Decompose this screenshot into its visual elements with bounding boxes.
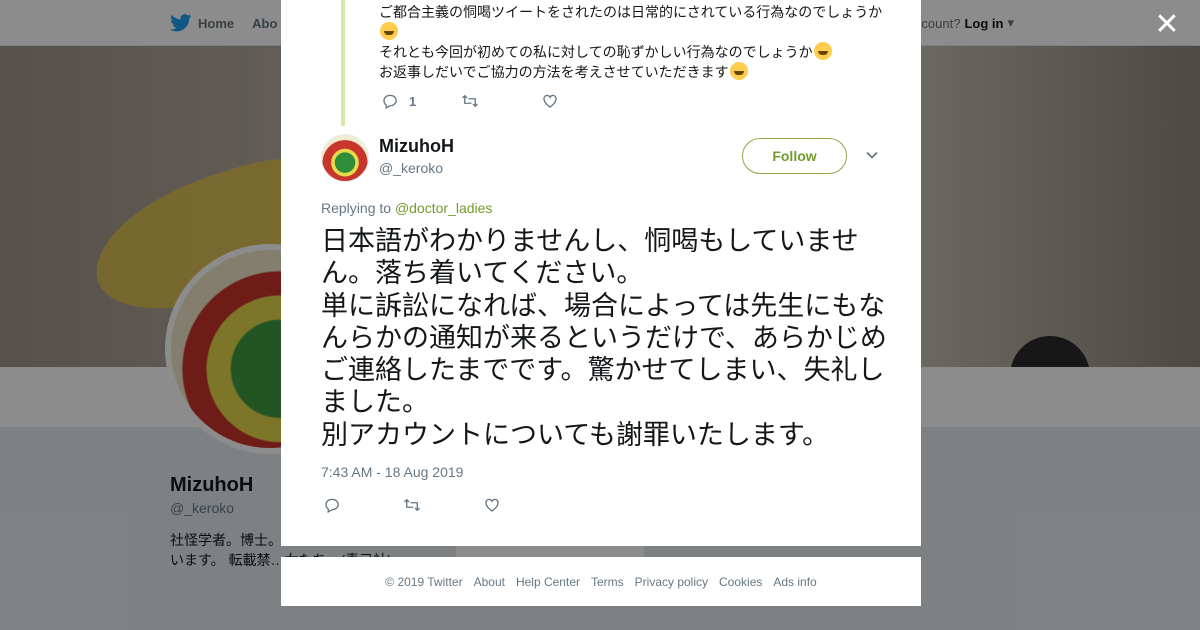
reply-icon bbox=[325, 498, 339, 514]
replying-prefix: Replying to bbox=[321, 200, 392, 216]
reply-button[interactable] bbox=[323, 496, 403, 514]
parent-tweet-line: それとも今回が初めての私に対しての恥ずかしい行為なのでしょうか bbox=[379, 42, 889, 62]
tweet-menu-caret[interactable] bbox=[865, 148, 879, 162]
close-icon[interactable]: ✕ bbox=[1152, 10, 1182, 40]
author-avatar[interactable] bbox=[321, 134, 369, 182]
footer-copyright: © 2019 Twitter bbox=[385, 574, 463, 589]
tweet-text-line: 単に訴訟になれば、場合によっては先生にもなんらかの通知が来るというだけで、あらか… bbox=[321, 290, 887, 419]
footer-link-ads-info[interactable]: Ads info bbox=[773, 575, 816, 589]
heart-icon bbox=[485, 498, 499, 512]
tweet-modal: ご都合主義の恫喝ツイートをされたのは日常的にされている行為なのでしょうか それと… bbox=[281, 0, 921, 546]
parent-tweet-line-text: ご都合主義の恫喝ツイートをされたのは日常的にされている行為なのでしょうか bbox=[379, 4, 883, 20]
tweet-text-line: 別アカウントについても謝罪いたします。 bbox=[321, 419, 830, 451]
footer-link-privacy[interactable]: Privacy policy bbox=[635, 575, 708, 589]
retweet-icon bbox=[404, 498, 420, 512]
sweat-smile-emoji-icon bbox=[380, 22, 398, 40]
parent-tweet-line-text: それとも今回が初めての私に対しての恥ずかしい行為なのでしょうか bbox=[379, 44, 813, 60]
tweet-text-line: 日本語がわかりませんし、恫喝もしていません。落ち着いてください。 bbox=[321, 226, 859, 290]
retweet-button[interactable] bbox=[461, 92, 541, 110]
parent-tweet-line-text: お返事しだいでご協力の方法を考えさせていただきます bbox=[379, 64, 729, 80]
tweet-text: 日本語がわかりませんし、恫喝もしていません。落ち着いてください。 単に訴訟になれ… bbox=[321, 226, 891, 452]
footer-link-about[interactable]: About bbox=[474, 575, 505, 589]
replying-to-link[interactable]: @doctor_ladies bbox=[395, 200, 493, 216]
retweet-button[interactable] bbox=[403, 496, 483, 514]
reply-button[interactable]: 1 bbox=[381, 92, 461, 110]
like-button[interactable] bbox=[541, 92, 559, 110]
thread-line bbox=[341, 0, 345, 126]
follow-button[interactable]: Follow bbox=[742, 138, 847, 174]
reply-icon bbox=[383, 94, 397, 110]
parent-tweet-actions: 1 bbox=[381, 92, 559, 110]
reply-count: 1 bbox=[409, 93, 417, 109]
grin-emoji-icon bbox=[813, 42, 832, 60]
like-button[interactable] bbox=[483, 496, 501, 514]
retweet-icon bbox=[462, 94, 478, 108]
parent-tweet-line: お返事しだいでご協力の方法を考えさせていただきます bbox=[379, 62, 889, 82]
hug-emoji-icon bbox=[729, 62, 748, 80]
parent-tweet-line: ご都合主義の恫喝ツイートをされたのは日常的にされている行為なのでしょうか bbox=[379, 2, 889, 42]
author-handle[interactable]: @_keroko bbox=[379, 160, 443, 176]
chevron-down-icon bbox=[866, 151, 878, 159]
heart-icon bbox=[543, 94, 557, 108]
footer-link-cookies[interactable]: Cookies bbox=[719, 575, 762, 589]
tweet-timestamp[interactable]: 7:43 AM - 18 Aug 2019 bbox=[321, 464, 463, 480]
author-name[interactable]: MizuhoH bbox=[379, 136, 454, 157]
footer-link-terms[interactable]: Terms bbox=[591, 575, 624, 589]
footer-link-help-center[interactable]: Help Center bbox=[516, 575, 580, 589]
replying-to: Replying to @doctor_ladies bbox=[321, 200, 492, 216]
modal-footer: © 2019 Twitter About Help Center Terms P… bbox=[281, 557, 921, 606]
parent-tweet-text: ご都合主義の恫喝ツイートをされたのは日常的にされている行為なのでしょうか それと… bbox=[379, 2, 889, 82]
tweet-actions bbox=[323, 496, 501, 514]
